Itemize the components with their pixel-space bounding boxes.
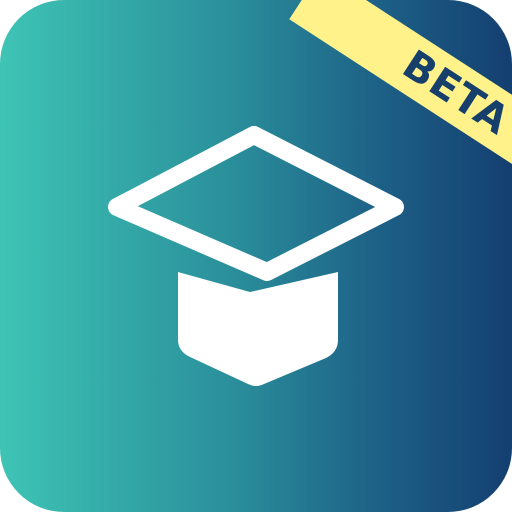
app-icon[interactable]: BETA — [0, 0, 512, 512]
